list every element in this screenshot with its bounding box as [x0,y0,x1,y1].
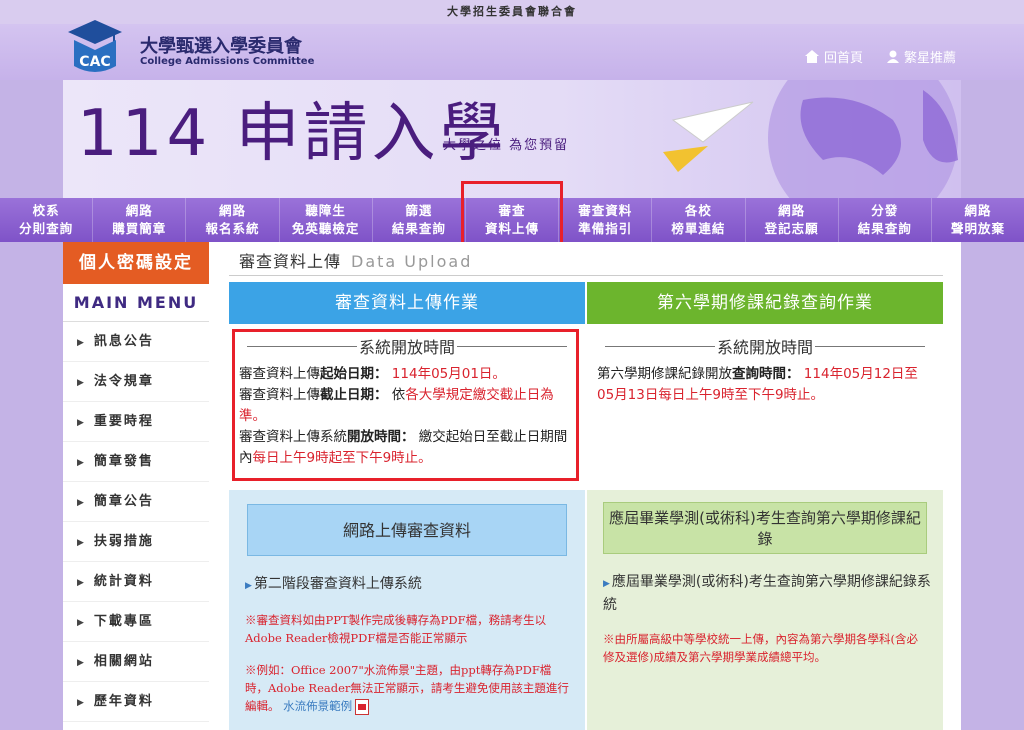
open-time-title: 系統開放時間 [597,334,933,358]
open-time-highlight-frame [232,329,579,481]
triangle-icon: ▶ [77,378,86,388]
triangle-icon: ▶ [77,698,86,708]
triangle-icon: ▶ [77,618,86,628]
home-link[interactable]: 回首頁 [804,47,863,66]
nav-item-register-choices[interactable]: 網路 登記志願 [746,198,839,242]
triangle-icon: ▶ [77,578,86,588]
title-divider [229,275,943,276]
upload-system-link[interactable]: ▶ 第二階段審查資料上傳系統 [245,574,585,597]
user-icon [886,50,899,63]
sidebar-item-downloads[interactable]: ▶ 下載專區 [63,602,209,642]
svg-text:CAC: CAC [79,54,110,70]
nav-item-school-lists[interactable]: 各校 榜單連結 [652,198,746,242]
record-open-time: 系統開放時間 第六學期修課紀錄開放查詢時間： 114年05月12日至05月13日… [587,324,943,490]
arrow-icon: ▶ [245,581,252,591]
main-menu-heading: MAIN MENU [63,284,209,322]
record-panel: 第六學期修課紀錄查詢作業 系統開放時間 第六學期修課紀錄開放查詢時間： 114年… [587,282,943,730]
triangle-icon: ▶ [77,658,86,668]
star-link[interactable]: 繁星推薦 [886,47,956,66]
pdf-icon[interactable] [355,699,370,715]
triangle-icon: ▶ [77,498,86,508]
nav-item-dept-rules[interactable]: 校系 分則查詢 [0,198,94,242]
triangle-icon: ▶ [77,418,86,428]
record-note: ※由所屬高級中等學校統一上傳，內容為第六學期各學科(含必修及選修)成績及第六學期… [603,632,918,664]
sidebar-item-history[interactable]: ▶ 歷年資料 [63,682,209,722]
nav-item-hearing-exempt[interactable]: 聽障生 免英聽檢定 [280,198,373,242]
sidebar: 個人密碼設定 MAIN MENU ▶ 訊息公告 ▶ 法令規章 ▶ 重要時程 ▶ 簡章發售… [63,242,209,730]
password-settings-button[interactable]: 個人密碼設定 [63,242,209,284]
banner-subtitle: 大學之位 為您預留 [443,138,570,153]
nav-item-withdraw[interactable]: 網路 聲明放棄 [932,198,1024,242]
pdf-note: ※審查資料如由PPT製作完成後轉存為PDF檔，務請考生以Adobe Reader… [245,613,547,645]
sidebar-item-support[interactable]: ▶ 扶弱措施 [63,522,209,562]
sidebar-item-regulations[interactable]: ▶ 法令規章 [63,362,209,402]
upload-data-button[interactable]: 網路上傳審查資料 [247,504,567,556]
page-title: 審查資料上傳 Data Upload [239,252,473,271]
theme-note: ※例如：Office 2007"水流佈景"主題，由ppt轉存為PDF檔時，Ado… [245,663,569,715]
triangle-icon: ▶ [77,538,86,548]
logo-name-en: College Admissions Committee [140,56,315,67]
record-panel-header: 第六學期修課紀錄查詢作業 [587,282,943,324]
sidebar-item-brochure-notice[interactable]: ▶ 簡章公告 [63,482,209,522]
home-link-label: 回首頁 [823,51,863,66]
star-link-label: 繁星推薦 [903,51,956,66]
nav-item-buy-brochure[interactable]: 網路 購買簡章 [93,198,187,242]
main-content: 審查資料上傳 Data Upload 審查資料上傳作業 系統開放時間 審查資料上傳… [209,242,961,730]
top-links: 回首頁 繁星推薦 [804,47,956,66]
logo-name-cn: 大學甄選入學委員會 [140,36,302,57]
cac-logo-icon[interactable]: CAC [66,18,124,76]
nav-item-prep-guide[interactable]: 審查資料 準備指引 [559,198,653,242]
record-system-link[interactable]: ▶ 應屆畢業學測(或術科)考生查詢第六學期修課紀錄系統 [603,572,943,616]
home-icon [804,50,819,63]
nav-item-screening-result[interactable]: 篩選 結果查詢 [373,198,466,242]
arrow-icon: ▶ [603,579,610,589]
theme-example-link[interactable]: 水流佈景範例 [283,699,352,713]
sidebar-item-brochure-sale[interactable]: ▶ 簡章發售 [63,442,209,482]
sidebar-item-statistics[interactable]: ▶ 統計資料 [63,562,209,602]
record-query-button[interactable]: 應屆畢業學測(或術科)考生查詢第六學期修課紀錄 [603,502,927,554]
sidebar-item-links[interactable]: ▶ 相關網站 [63,642,209,682]
triangle-icon: ▶ [77,458,86,468]
nav-item-registration[interactable]: 網路 報名系統 [186,198,280,242]
upload-panel-header: 審查資料上傳作業 [229,282,585,324]
sidebar-item-news[interactable]: ▶ 訊息公告 [63,322,209,362]
sidebar-item-schedule[interactable]: ▶ 重要時程 [63,402,209,442]
top-strip: 大學招生委員會聯合會 [0,0,1024,24]
nav-item-placement-result[interactable]: 分發 結果查詢 [839,198,932,242]
triangle-icon: ▶ [77,338,86,348]
